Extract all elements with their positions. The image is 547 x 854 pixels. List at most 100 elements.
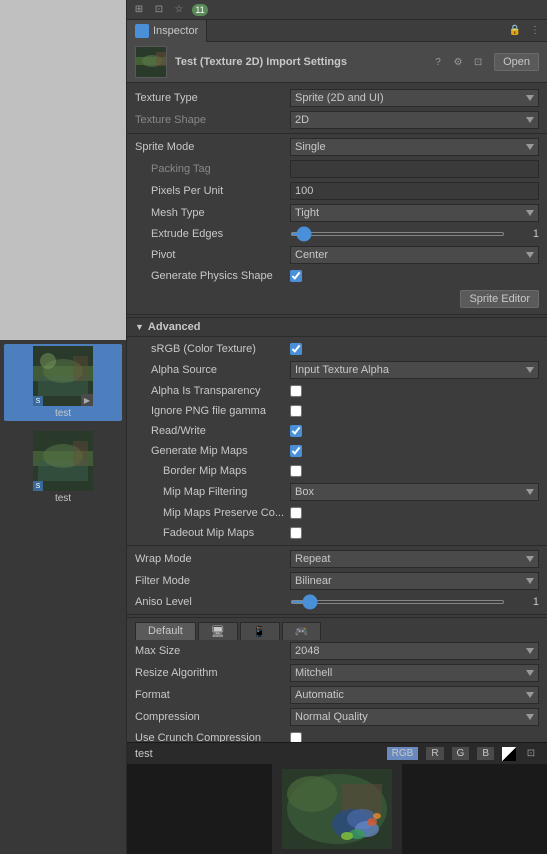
- mip-map-filtering-value[interactable]: Box: [290, 483, 539, 501]
- read-write-checkbox[interactable]: [290, 425, 302, 437]
- resize-algorithm-value[interactable]: Mitchell: [290, 664, 539, 682]
- crunch-compression-value[interactable]: [290, 732, 539, 742]
- packing-tag-value[interactable]: [290, 160, 539, 178]
- mip-maps-preserve-value[interactable]: [290, 507, 539, 519]
- lock-icon[interactable]: 🔒: [507, 23, 523, 39]
- channel-g-button[interactable]: G: [451, 746, 471, 761]
- texture-shape-value[interactable]: 2D: [290, 111, 539, 129]
- asset-item-2[interactable]: S test: [4, 429, 122, 506]
- wrap-mode-select[interactable]: Repeat: [290, 550, 539, 568]
- preview-expand-icon[interactable]: ⊡: [523, 746, 539, 762]
- help-icon[interactable]: ?: [430, 54, 446, 70]
- pivot-value[interactable]: Center: [290, 246, 539, 264]
- asset-item-1[interactable]: ▶ S test: [4, 344, 122, 421]
- inspector-title: Test (Texture 2D) Import Settings: [175, 56, 422, 68]
- generate-physics-shape-row: Generate Physics Shape: [127, 266, 547, 286]
- pixels-per-unit-input[interactable]: [290, 182, 539, 200]
- border-mip-maps-label: Border Mip Maps: [135, 465, 290, 477]
- border-mip-maps-checkbox[interactable]: [290, 465, 302, 477]
- border-mip-maps-value[interactable]: [290, 465, 539, 477]
- read-write-value[interactable]: [290, 425, 539, 437]
- texture-type-select[interactable]: Sprite (2D and UI): [290, 89, 539, 107]
- divider-1: [127, 133, 547, 134]
- aniso-level-value[interactable]: 1: [290, 596, 539, 608]
- advanced-section-header[interactable]: ▼ Advanced: [127, 317, 547, 337]
- asset-label-2: test: [55, 493, 71, 504]
- preview-bar: test RGB R G B ⊡: [127, 742, 547, 764]
- srgb-value[interactable]: [290, 343, 539, 355]
- sprite-mode-select[interactable]: Single: [290, 138, 539, 156]
- filter-mode-select[interactable]: Bilinear: [290, 572, 539, 590]
- platform-tab-default[interactable]: Default: [135, 622, 196, 640]
- open-external-icon[interactable]: ⊡: [470, 54, 486, 70]
- aniso-level-slider[interactable]: [290, 600, 505, 604]
- generate-mip-maps-checkbox[interactable]: [290, 445, 302, 457]
- generate-mip-maps-value[interactable]: [290, 445, 539, 457]
- alpha-toggle-button[interactable]: [501, 746, 517, 762]
- fadeout-mip-maps-checkbox[interactable]: [290, 527, 302, 539]
- channel-r-button[interactable]: R: [425, 746, 444, 761]
- tool-icon-3[interactable]: ☆: [171, 2, 187, 18]
- alpha-source-value[interactable]: Input Texture Alpha: [290, 361, 539, 379]
- platform-tab-mobile[interactable]: 📱: [240, 622, 280, 640]
- channel-rgb-button[interactable]: RGB: [386, 746, 420, 761]
- mesh-type-select[interactable]: Tight: [290, 204, 539, 222]
- more-icon[interactable]: ⋮: [527, 23, 543, 39]
- mobile-icon: 📱: [253, 626, 267, 638]
- filter-mode-value[interactable]: Bilinear: [290, 572, 539, 590]
- platform-tab-console[interactable]: 🎮: [282, 622, 322, 640]
- aniso-level-row: Aniso Level 1: [127, 592, 547, 612]
- read-write-row: Read/Write: [127, 421, 547, 441]
- texture-shape-row: Texture Shape 2D: [127, 109, 547, 131]
- extrude-edges-value[interactable]: 1: [290, 228, 539, 240]
- tab-actions: 🔒 ⋮: [507, 23, 547, 39]
- tool-icon-2[interactable]: ⊡: [151, 2, 167, 18]
- extrude-edges-label: Extrude Edges: [135, 228, 290, 240]
- wrap-mode-row: Wrap Mode Repeat: [127, 548, 547, 570]
- format-value[interactable]: Automatic: [290, 686, 539, 704]
- sprite-editor-button[interactable]: Sprite Editor: [460, 290, 539, 308]
- pixels-per-unit-label: Pixels Per Unit: [135, 185, 290, 197]
- texture-type-value[interactable]: Sprite (2D and UI): [290, 89, 539, 107]
- tool-icon-1[interactable]: ⊞: [131, 2, 147, 18]
- generate-physics-shape-checkbox[interactable]: [290, 270, 302, 282]
- extrude-edges-slider[interactable]: [290, 232, 505, 236]
- compression-select[interactable]: Normal Quality: [290, 708, 539, 726]
- inspector-tab[interactable]: Inspector: [127, 20, 207, 42]
- texture-shape-label: Texture Shape: [135, 114, 290, 126]
- mip-map-filtering-select[interactable]: Box: [290, 483, 539, 501]
- platform-tab-desktop[interactable]: 🖥: [198, 622, 238, 640]
- resize-algorithm-select[interactable]: Mitchell: [290, 664, 539, 682]
- sprite-editor-container: Sprite Editor: [127, 286, 547, 312]
- mesh-type-label: Mesh Type: [135, 207, 290, 219]
- pivot-select[interactable]: Center: [290, 246, 539, 264]
- settings-icon[interactable]: ⚙: [450, 54, 466, 70]
- mip-maps-preserve-label: Mip Maps Preserve Co...: [135, 507, 290, 519]
- alpha-source-label: Alpha Source: [135, 364, 290, 376]
- texture-shape-select[interactable]: 2D: [290, 111, 539, 129]
- packing-tag-input[interactable]: [290, 160, 539, 178]
- alpha-transparency-value[interactable]: [290, 385, 539, 397]
- channel-b-button[interactable]: B: [476, 746, 495, 761]
- generate-physics-shape-value[interactable]: [290, 270, 539, 282]
- fadeout-mip-maps-value[interactable]: [290, 527, 539, 539]
- compression-value[interactable]: Normal Quality: [290, 708, 539, 726]
- wrap-mode-value[interactable]: Repeat: [290, 550, 539, 568]
- alpha-transparency-checkbox[interactable]: [290, 385, 302, 397]
- ignore-png-gamma-value[interactable]: [290, 405, 539, 417]
- crunch-compression-checkbox[interactable]: [290, 732, 302, 742]
- sprite-mode-value[interactable]: Single: [290, 138, 539, 156]
- mip-maps-preserve-row: Mip Maps Preserve Co...: [127, 503, 547, 523]
- mesh-type-value[interactable]: Tight: [290, 204, 539, 222]
- fadeout-mip-maps-label: Fadeout Mip Maps: [135, 527, 290, 539]
- alpha-source-select[interactable]: Input Texture Alpha: [290, 361, 539, 379]
- open-button[interactable]: Open: [494, 53, 539, 71]
- mip-maps-preserve-checkbox[interactable]: [290, 507, 302, 519]
- format-select[interactable]: Automatic: [290, 686, 539, 704]
- pixels-per-unit-value[interactable]: [290, 182, 539, 200]
- max-size-value[interactable]: 2048: [290, 642, 539, 660]
- compression-row: Compression Normal Quality: [127, 706, 547, 728]
- srgb-checkbox[interactable]: [290, 343, 302, 355]
- ignore-png-gamma-checkbox[interactable]: [290, 405, 302, 417]
- max-size-select[interactable]: 2048: [290, 642, 539, 660]
